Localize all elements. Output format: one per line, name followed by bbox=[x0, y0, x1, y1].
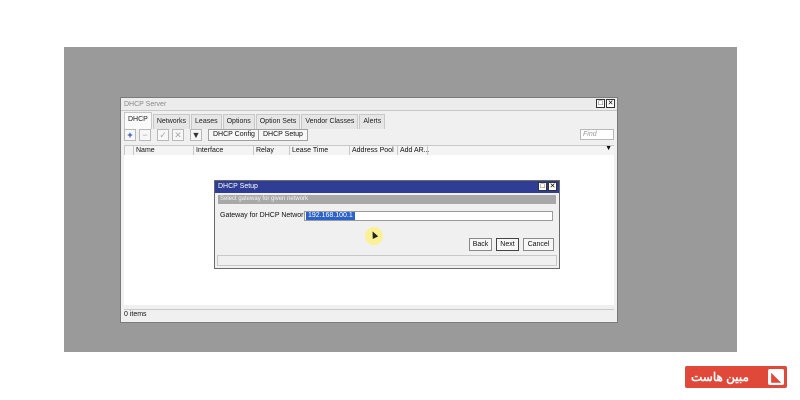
brand-text: مبین هاست bbox=[691, 370, 749, 384]
column-address-pool[interactable]: Address Pool bbox=[349, 146, 394, 155]
chevron-down-icon[interactable]: ▼ bbox=[605, 145, 612, 152]
column-interface[interactable]: Interface bbox=[193, 146, 223, 155]
close-icon[interactable]: ✕ bbox=[606, 99, 615, 108]
filter-icon[interactable]: ▼ bbox=[190, 129, 202, 141]
dhcp-config-button[interactable]: DHCP Config bbox=[208, 129, 260, 141]
tab-networks[interactable]: Networks bbox=[152, 114, 191, 129]
find-input[interactable]: Find bbox=[580, 129, 614, 140]
dhcp-setup-button[interactable]: DHCP Setup bbox=[258, 129, 308, 141]
column-spacer bbox=[427, 146, 610, 155]
dhcp-setup-dialog: DHCP Setup □ ✕ Select gateway for given … bbox=[214, 180, 560, 269]
dialog-titlebar: DHCP Setup □ ✕ bbox=[215, 181, 559, 193]
status-bar: 0 items bbox=[124, 309, 614, 320]
tab-bar: DHCP Networks Leases Options Option Sets… bbox=[124, 112, 386, 129]
logo-icon: ◣ bbox=[768, 369, 784, 385]
cancel-button[interactable]: Cancel bbox=[523, 238, 554, 251]
remove-icon[interactable]: − bbox=[139, 129, 151, 141]
add-icon[interactable]: + bbox=[124, 129, 136, 141]
dialog-title: DHCP Setup bbox=[218, 183, 258, 190]
gateway-value[interactable]: 192.168.100.1 bbox=[306, 212, 355, 220]
close-icon[interactable]: ✕ bbox=[548, 182, 557, 191]
window-titlebar: DHCP Server □ ✕ bbox=[121, 98, 617, 111]
tab-dhcp[interactable]: DHCP bbox=[124, 112, 152, 129]
dialog-status-bar bbox=[217, 255, 557, 266]
column-lease-time[interactable]: Lease Time bbox=[289, 146, 328, 155]
brand-logo: مبین هاست ◣ bbox=[685, 366, 787, 388]
maximize-icon[interactable]: □ bbox=[538, 182, 547, 191]
tab-option-sets[interactable]: Option Sets bbox=[255, 114, 301, 129]
column-add-arp[interactable]: Add AR... bbox=[397, 146, 430, 155]
dialog-hint: Select gateway for given network bbox=[218, 195, 556, 204]
window-title: DHCP Server bbox=[124, 101, 167, 108]
tab-vendor-classes[interactable]: Vendor Classes bbox=[301, 114, 359, 129]
maximize-icon[interactable]: □ bbox=[596, 99, 605, 108]
enable-icon[interactable]: ✓ bbox=[157, 129, 169, 141]
column-relay[interactable]: Relay bbox=[253, 146, 274, 155]
gateway-label: Gateway for DHCP Network: bbox=[220, 212, 309, 219]
disable-icon[interactable]: ✕ bbox=[172, 129, 184, 141]
tab-options[interactable]: Options bbox=[222, 114, 255, 129]
tab-alerts[interactable]: Alerts bbox=[359, 114, 386, 129]
toolbar: + − ✓ ✕ ▼ DHCP Config DHCP Setup Find bbox=[124, 129, 614, 142]
column-name[interactable]: Name bbox=[133, 146, 155, 155]
next-button[interactable]: Next bbox=[496, 238, 519, 251]
back-button[interactable]: Back bbox=[469, 238, 492, 251]
tab-leases[interactable]: Leases bbox=[191, 114, 222, 129]
gateway-input[interactable]: 192.168.100.1 bbox=[304, 211, 553, 221]
